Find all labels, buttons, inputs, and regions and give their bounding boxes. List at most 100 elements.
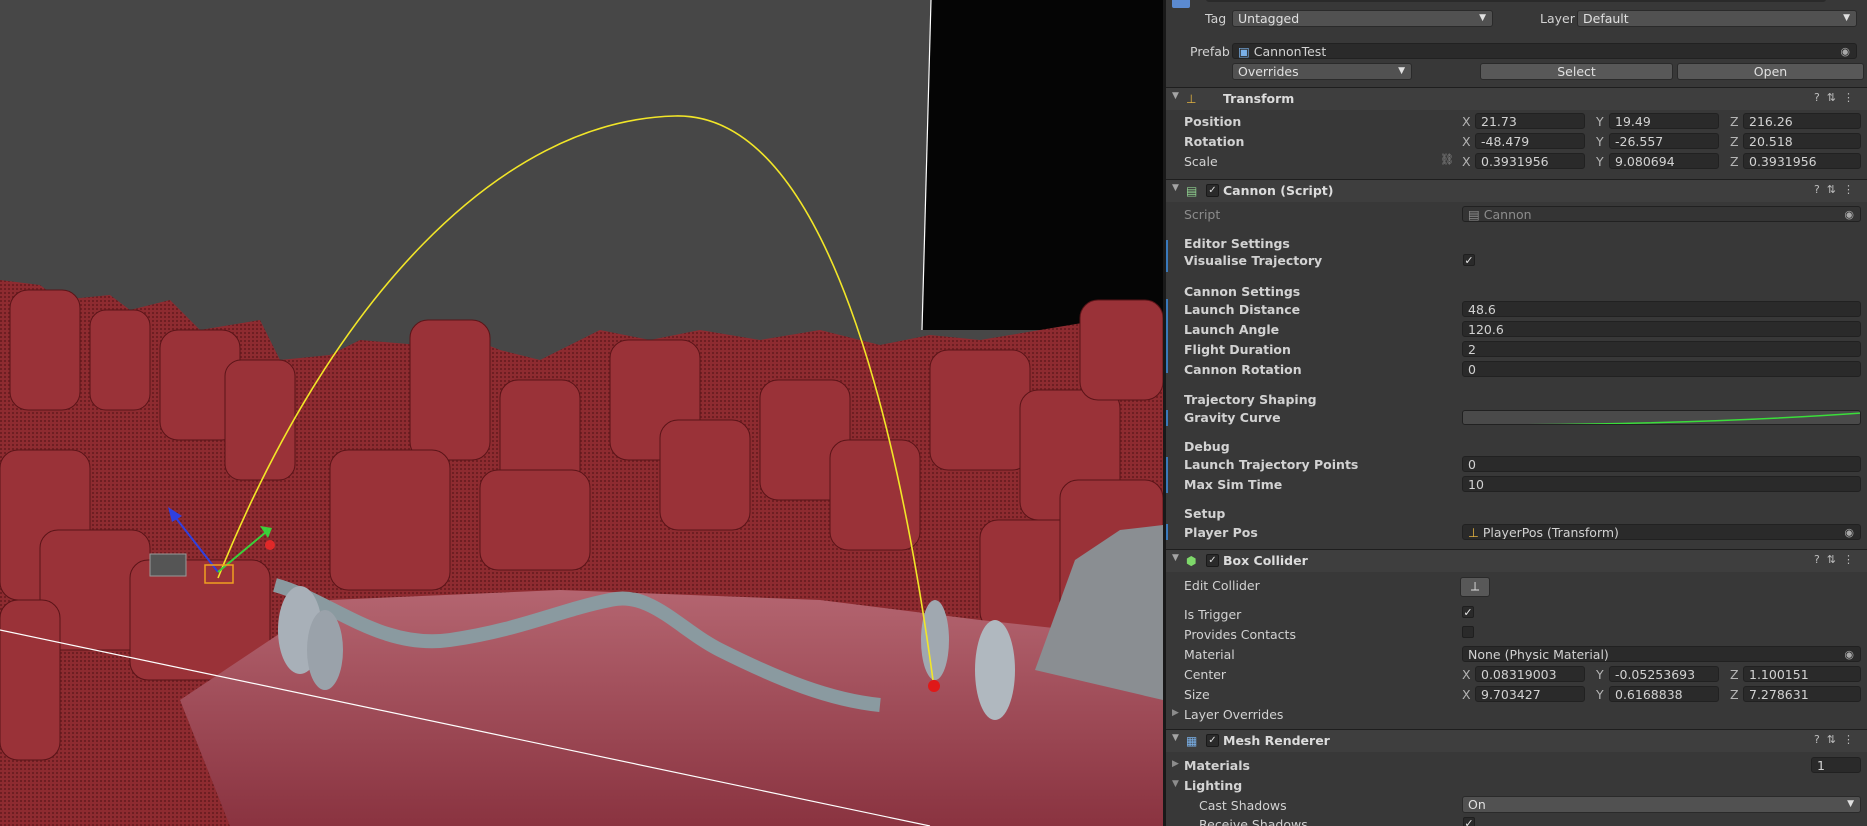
- rock-2: [307, 610, 343, 690]
- cannon-script-header[interactable]: ▼ ▤ ✓ Cannon (Script) ?⇅⋮: [1166, 179, 1867, 202]
- launch-angle-label: Launch Angle: [1184, 322, 1280, 337]
- size-label: Size: [1184, 687, 1210, 702]
- axis-x-label: X: [1462, 687, 1471, 702]
- axis-x-label: X: [1462, 134, 1471, 149]
- materials-count-field[interactable]: 1: [1811, 757, 1861, 773]
- player-pos-field[interactable]: ⊥ PlayerPos (Transform) ◉: [1462, 524, 1861, 540]
- open-button[interactable]: Open: [1677, 63, 1864, 80]
- center-y-field[interactable]: -0.05253693: [1609, 666, 1719, 682]
- box-collider-header[interactable]: ▼ ⬢ ✓ Box Collider ?⇅⋮: [1166, 549, 1867, 572]
- prefab-field[interactable]: ▣ CannonTest ◉: [1232, 43, 1857, 59]
- axis-z-label: Z: [1730, 114, 1739, 129]
- name-field[interactable]: [1206, 0, 1826, 2]
- is-trigger-label: Is Trigger: [1184, 607, 1242, 622]
- size-x-field[interactable]: 9.703427: [1475, 686, 1585, 702]
- object-picker-icon[interactable]: ◉: [1840, 44, 1850, 58]
- axis-z-label: Z: [1730, 134, 1739, 149]
- visualise-trajectory-checkbox[interactable]: ✓: [1463, 254, 1475, 267]
- is-trigger-checkbox[interactable]: ✓: [1462, 606, 1474, 619]
- tag-dropdown[interactable]: Untagged ▼: [1232, 10, 1493, 27]
- foldout-arrow-icon[interactable]: ▶: [1172, 759, 1179, 769]
- cannon-settings-heading: Cannon Settings: [1184, 284, 1301, 299]
- edit-collider-icon: ⟂: [1470, 578, 1480, 593]
- axis-y-label: Y: [1596, 134, 1604, 149]
- launch-distance-field[interactable]: 48.6: [1462, 301, 1861, 317]
- receive-shadows-label: Receive Shadows: [1199, 817, 1308, 826]
- position-x-field[interactable]: 21.73: [1475, 113, 1585, 129]
- gravity-curve-field[interactable]: [1462, 410, 1861, 425]
- object-picker-icon[interactable]: ◉: [1844, 647, 1854, 661]
- overrides-dropdown[interactable]: Overrides ▼: [1232, 63, 1412, 80]
- position-y-field[interactable]: 19.49: [1609, 113, 1719, 129]
- scene-view[interactable]: [0, 0, 1163, 826]
- axis-z-label: Z: [1730, 154, 1739, 169]
- transform-header[interactable]: ▼ ⊥ Transform ?⇅⋮: [1166, 87, 1867, 110]
- debug-heading: Debug: [1184, 439, 1230, 454]
- tag-label: Tag: [1205, 11, 1227, 26]
- size-z-field[interactable]: 7.278631: [1743, 686, 1861, 702]
- axis-y-label: Y: [1596, 667, 1604, 682]
- scale-y-field[interactable]: 9.080694: [1609, 153, 1719, 169]
- component-header-icons[interactable]: ?⇅⋮: [1814, 553, 1861, 566]
- launch-distance-label: Launch Distance: [1184, 302, 1301, 317]
- enabled-checkbox[interactable]: ✓: [1206, 734, 1219, 747]
- foldout-arrow-icon[interactable]: ▼: [1172, 183, 1179, 193]
- rock-4: [975, 620, 1015, 720]
- position-z-field[interactable]: 216.26: [1743, 113, 1861, 129]
- rock-3: [921, 600, 949, 680]
- rotation-x-field[interactable]: -48.479: [1475, 133, 1585, 149]
- component-title: Mesh Renderer: [1223, 733, 1330, 748]
- cannon-rotation-field[interactable]: 0: [1462, 361, 1861, 377]
- component-title: Transform: [1223, 91, 1295, 106]
- gravity-curve-graph: [1529, 412, 1860, 424]
- foldout-arrow-icon[interactable]: ▶: [1172, 708, 1179, 718]
- cannon-rotation-label: Cannon Rotation: [1184, 362, 1302, 377]
- materials-foldout[interactable]: Materials: [1184, 758, 1250, 773]
- component-header-icons[interactable]: ?⇅⋮: [1814, 733, 1861, 746]
- axis-x-label: X: [1462, 667, 1471, 682]
- scene-canvas[interactable]: [0, 0, 1163, 826]
- provides-contacts-checkbox[interactable]: [1462, 626, 1474, 638]
- enabled-checkbox[interactable]: ✓: [1206, 554, 1219, 567]
- component-title: Cannon (Script): [1223, 183, 1334, 198]
- scale-x-field[interactable]: 0.3931956: [1475, 153, 1585, 169]
- component-header-icons[interactable]: ?⇅⋮: [1814, 91, 1861, 104]
- axis-y-label: Y: [1596, 687, 1604, 702]
- mesh-renderer-header[interactable]: ▼ ▦ ✓ Mesh Renderer ?⇅⋮: [1166, 729, 1867, 752]
- foldout-arrow-icon[interactable]: ▼: [1172, 733, 1179, 743]
- foldout-arrow-icon[interactable]: ▼: [1172, 553, 1179, 563]
- chevron-down-icon: ▼: [1847, 799, 1854, 809]
- mesh-renderer-icon: ▦: [1186, 734, 1198, 748]
- edit-collider-button[interactable]: ⟂: [1460, 577, 1490, 597]
- layer-overrides-foldout[interactable]: Layer Overrides: [1184, 707, 1283, 722]
- position-label: Position: [1184, 114, 1242, 129]
- launch-angle-field[interactable]: 120.6: [1462, 321, 1861, 337]
- enabled-checkbox[interactable]: ✓: [1206, 184, 1219, 197]
- provides-contacts-label: Provides Contacts: [1184, 627, 1296, 642]
- inspector-panel: Tag Untagged ▼ Layer Default ▼ Prefab ▣ Ca…: [1166, 0, 1867, 826]
- axis-y-label: Y: [1596, 114, 1604, 129]
- object-picker-icon[interactable]: ◉: [1844, 525, 1854, 539]
- foldout-arrow-icon[interactable]: ▼: [1172, 779, 1179, 789]
- modified-indicator: [1166, 299, 1168, 373]
- select-button[interactable]: Select: [1480, 63, 1673, 80]
- center-z-field[interactable]: 1.100151: [1743, 666, 1861, 682]
- center-x-field[interactable]: 0.08319003: [1475, 666, 1585, 682]
- cast-shadows-dropdown[interactable]: On ▼: [1462, 796, 1861, 813]
- launch-trajectory-points-field[interactable]: 0: [1462, 456, 1861, 472]
- scale-z-field[interactable]: 0.3931956: [1743, 153, 1861, 169]
- component-header-icons[interactable]: ?⇅⋮: [1814, 183, 1861, 196]
- editor-settings-heading: Editor Settings: [1184, 236, 1290, 251]
- flight-duration-field[interactable]: 2: [1462, 341, 1861, 357]
- rotation-y-field[interactable]: -26.557: [1609, 133, 1719, 149]
- rotation-z-field[interactable]: 20.518: [1743, 133, 1861, 149]
- receive-shadows-checkbox[interactable]: ✓: [1463, 817, 1475, 826]
- layer-dropdown[interactable]: Default ▼: [1577, 10, 1857, 27]
- object-picker-icon: ◉: [1844, 208, 1854, 221]
- lighting-foldout[interactable]: Lighting: [1184, 778, 1242, 793]
- link-icon[interactable]: ⛓: [1440, 153, 1454, 166]
- foldout-arrow-icon[interactable]: ▼: [1172, 91, 1179, 101]
- size-y-field[interactable]: 0.6168838: [1609, 686, 1719, 702]
- max-sim-time-field[interactable]: 10: [1462, 476, 1861, 492]
- material-field[interactable]: None (Physic Material) ◉: [1462, 646, 1861, 662]
